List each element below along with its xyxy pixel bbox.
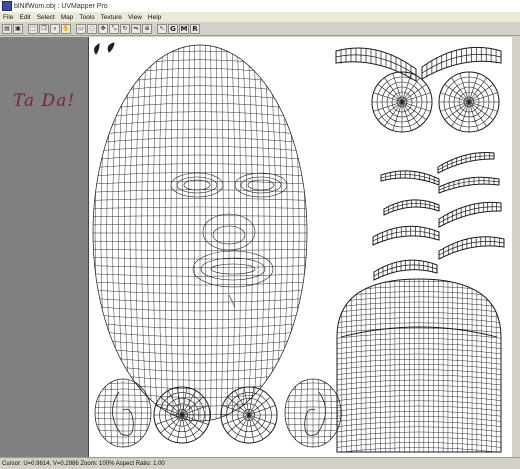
annotation-text: Ta Da!: [13, 91, 76, 111]
region-mode-label: R: [192, 24, 198, 33]
window-border: [512, 37, 520, 457]
menu-texture[interactable]: Texture: [98, 14, 125, 21]
ear-disc-2: [220, 386, 278, 444]
left-panel: Ta Da!: [0, 37, 88, 457]
toolbar-separator: [153, 24, 156, 34]
menu-bar: File Edit Select Map Tools Texture View Help: [0, 12, 520, 22]
material-mode-label: M: [180, 24, 188, 33]
window-title: blNifWom.obj : UVMapper Pro: [14, 2, 108, 10]
ear-details: [112, 391, 326, 436]
lid-strip-7: [373, 259, 438, 281]
uv-canvas[interactable]: [88, 37, 513, 457]
hand-icon: ✋: [62, 25, 70, 32]
lid-strip-1: [380, 170, 440, 186]
ear-shell-right: [284, 378, 342, 448]
lasso-tool-button[interactable]: ◌: [87, 23, 97, 34]
move-icon: ✥: [100, 25, 106, 32]
pan-tool-button[interactable]: ✋: [61, 23, 71, 34]
lid-strip-8: [438, 236, 505, 260]
zoom-tool-button[interactable]: ⌕: [50, 23, 60, 34]
zoom-icon: ⌕: [53, 24, 57, 32]
rotate-tool-button[interactable]: ↻: [120, 23, 130, 34]
menu-map[interactable]: Map: [58, 14, 77, 21]
material-mode-button[interactable]: M: [179, 23, 189, 34]
eye-disc-left: [371, 71, 433, 133]
status-bar: Cursor: U=0.9614, V=0.2986 Zoom: 100% As…: [0, 457, 520, 469]
weld-tool-button[interactable]: ⊕: [142, 23, 152, 34]
save-icon: ▣: [15, 25, 21, 32]
lid-strip-3: [383, 199, 440, 216]
copy-tool-button[interactable]: ❐: [39, 23, 49, 34]
app-icon[interactable]: [2, 1, 12, 11]
status-text: Cursor: U=0.9614, V=0.2986 Zoom: 100% As…: [2, 460, 165, 467]
scale-icon: ⤡: [111, 24, 117, 32]
toolbar: ▤ ▣ ⬚ ❐ ⌕ ✋ ▭ ◌ ✥ ⤡ ↻ ⇋ ⊕ ↖ G M R: [0, 22, 520, 36]
lid-strip-4: [438, 176, 500, 194]
uv-wireframe: [92, 42, 505, 453]
lid-strip-2: [437, 152, 495, 174]
menu-view[interactable]: View: [125, 14, 145, 21]
marquee-tool-button[interactable]: ▭: [76, 23, 86, 34]
lasso-icon: ◌: [89, 25, 95, 32]
menu-help[interactable]: Help: [145, 14, 164, 21]
flip-tool-button[interactable]: ⇋: [131, 23, 141, 34]
menu-edit[interactable]: Edit: [16, 14, 33, 21]
move-tool-button[interactable]: ✥: [98, 23, 108, 34]
group-mode-label: G: [170, 24, 176, 33]
lid-strip-5: [372, 225, 440, 246]
eye-disc-right: [438, 71, 500, 133]
scalp-uv-shell: [336, 278, 502, 453]
rotate-icon: ↻: [122, 25, 128, 32]
group-mode-button[interactable]: G: [168, 23, 178, 34]
shell-marker-icons: [94, 42, 115, 55]
ear-disc-1: [153, 386, 211, 444]
select-tool-button[interactable]: ⬚: [28, 23, 38, 34]
weld-icon: ⊕: [144, 25, 150, 32]
menu-tools[interactable]: Tools: [76, 14, 97, 21]
vertex-mode-button[interactable]: ↖: [157, 23, 167, 34]
select-icon: ⬚: [30, 25, 36, 32]
menu-file[interactable]: File: [0, 14, 16, 21]
copy-icon: ❐: [41, 25, 47, 32]
toolbar-separator: [72, 24, 75, 34]
ear-shell-left: [94, 378, 152, 448]
lid-strip-6: [438, 201, 502, 228]
region-mode-button[interactable]: R: [190, 23, 200, 34]
brow-left-shell: [335, 47, 417, 82]
marquee-icon: ▭: [78, 25, 84, 32]
open-button[interactable]: ▤: [2, 23, 12, 34]
flip-icon: ⇋: [133, 25, 139, 32]
toolbar-separator: [24, 24, 27, 34]
save-button[interactable]: ▣: [13, 23, 23, 34]
face-uv-shell: [92, 44, 308, 422]
scale-tool-button[interactable]: ⤡: [109, 23, 119, 34]
folder-open-icon: ▤: [4, 25, 10, 32]
vertex-icon: ↖: [159, 25, 165, 32]
menu-select[interactable]: Select: [34, 14, 58, 21]
brow-right-shell: [421, 46, 502, 80]
